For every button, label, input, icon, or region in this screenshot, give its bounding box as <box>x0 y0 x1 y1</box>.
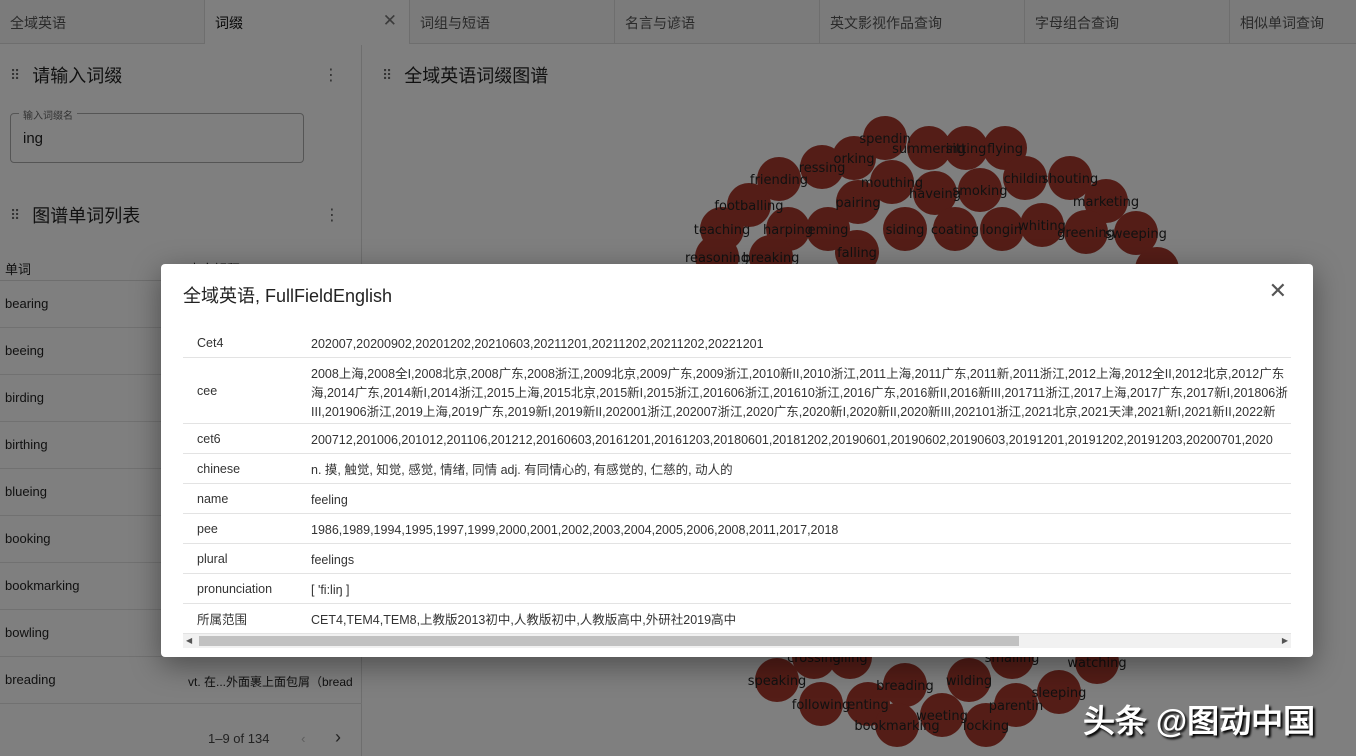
detail-row: name feeling <box>183 484 1291 514</box>
value-line: 海,2014广东,2014新I,2014浙江,2015上海,2015北京,201… <box>311 386 1288 400</box>
value: CET4,TEM4,TEM8,上教版2013初中,人教版初中,人教版高中,外研社… <box>311 613 737 627</box>
watermark: 头条 @图动中国 <box>1083 703 1316 739</box>
value: 1986,1989,1994,1995,1997,1999,2000,2001,… <box>311 523 839 537</box>
word-detail-dialog: 全域英语, FullFieldEnglish ✕ Cet4 202007,2020… <box>161 264 1313 657</box>
key: cee <box>197 383 218 398</box>
detail-row: cet6 200712,201006,201012,201106,201212,2… <box>183 424 1291 454</box>
value: feelings <box>311 553 355 567</box>
horizontal-scrollbar[interactable]: ◀ ▶ <box>183 634 1291 648</box>
value: n. 摸, 触觉, 知觉, 感觉, 情绪, 同情 adj. 有同情心的, 有感觉… <box>311 463 733 477</box>
key: 所属范围 <box>197 613 248 627</box>
value-line: 2008上海,2008全I,2008北京,2008广东,2008浙江,2009北… <box>311 367 1285 381</box>
detail-row: pee 1986,1989,1994,1995,1997,1999,2000,20… <box>183 514 1291 544</box>
value: 202007,20200902,20201202,20210603,202112… <box>311 337 764 351</box>
detail-row: pronunciation [ 'fi:liŋ ] <box>183 574 1291 604</box>
key: name <box>197 491 229 506</box>
scroll-right-icon[interactable]: ▶ <box>1282 634 1288 648</box>
detail-row: Cet4 202007,20200902,20201202,20210603,20… <box>183 328 1291 358</box>
key: plural <box>197 551 228 566</box>
key: chinese <box>197 461 241 476</box>
value: [ 'fi:liŋ ] <box>311 583 350 597</box>
detail-row: chinese n. 摸, 触觉, 知觉, 感觉, 情绪, 同情 adj. 有同情… <box>183 454 1291 484</box>
detail-row: 所属范围 CET4,TEM4,TEM8,上教版2013初中,人教版初中,人教版高中… <box>183 604 1291 634</box>
detail-row: cee 2008上海,2008全I,2008北京,2008广东,2008浙江,20… <box>183 358 1291 424</box>
key: Cet4 <box>197 335 224 350</box>
key: cet6 <box>197 431 221 446</box>
value: feeling <box>311 493 348 507</box>
scroll-left-icon[interactable]: ◀ <box>186 634 192 648</box>
scrollbar-thumb[interactable] <box>199 636 1019 646</box>
key: pronunciation <box>197 581 273 596</box>
detail-row: plural feelings <box>183 544 1291 574</box>
key: pee <box>197 521 218 536</box>
value: 200712,201006,201012,201106,201212,20160… <box>311 433 1273 447</box>
detail-table: Cet4 202007,20200902,20201202,20210603,20… <box>183 328 1291 634</box>
close-icon[interactable]: ✕ <box>1269 278 1287 304</box>
dialog-title: 全域英语, FullFieldEnglish <box>183 286 393 306</box>
value-line: III,201906浙江,2019上海,2019广东,2019新I,2019新I… <box>311 405 1276 419</box>
